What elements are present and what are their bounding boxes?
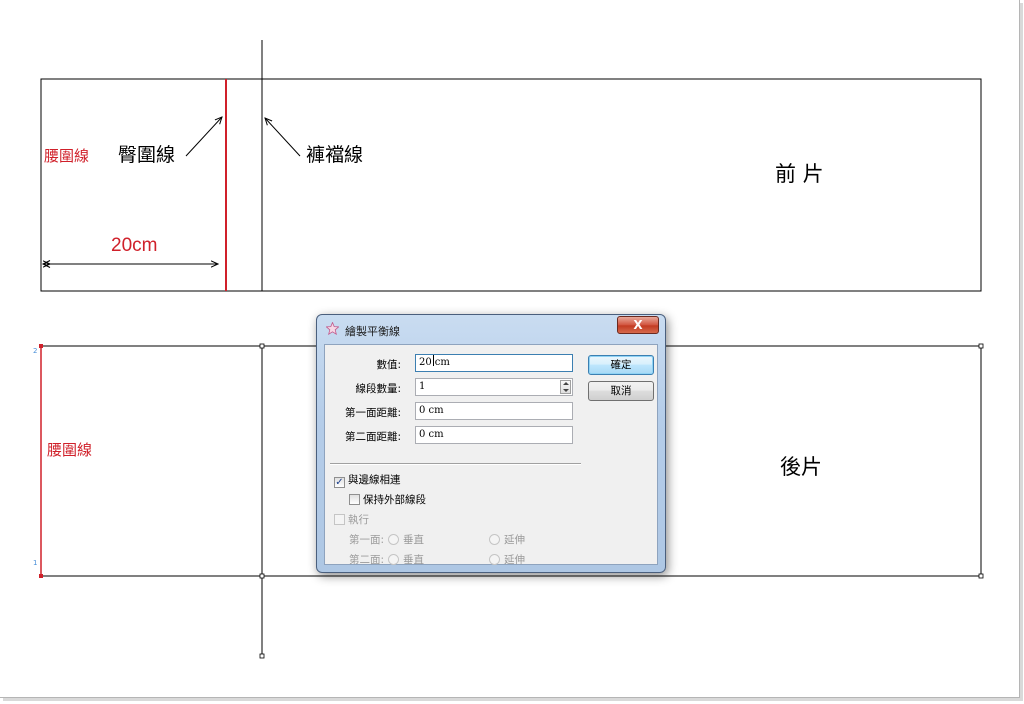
keep-outer-label: 保持外部線段 xyxy=(363,494,426,506)
drawing-page[interactable]: 2 1 腰圍線 臀圍線 褲襠線 20cm 前 片 腰圍線 後片 繪製平衡線 X … xyxy=(0,0,1024,704)
first-side-extend-row: 延伸 xyxy=(485,532,525,547)
connect-edge-checkbox[interactable]: ✓ xyxy=(334,477,345,488)
node-number-top: 2 xyxy=(33,347,37,355)
connect-edge-label: 與邊線相連 xyxy=(348,474,401,486)
front-panel-label: 前 片 xyxy=(775,162,824,186)
value-text-before: 20 xyxy=(419,357,432,368)
first-side-extend-radio[interactable] xyxy=(489,534,500,545)
dialog-titlebar[interactable]: 繪製平衡線 X xyxy=(317,315,665,343)
second-distance-input[interactable]: 0 cm xyxy=(415,426,573,444)
second-side-vertical-radio[interactable] xyxy=(388,554,400,565)
dialog-client-area: 數值: 20 cm 線段數量: 1 第一面距離: 0 cm 第二面距離: 0 cm xyxy=(324,344,658,567)
second-side-row: 第二面: 垂直 xyxy=(349,552,424,567)
hip-line-label: 臀圍線 xyxy=(118,144,176,166)
value-input[interactable]: 20 cm xyxy=(415,354,573,372)
front-waist-label: 腰圍線 xyxy=(44,147,90,165)
segments-spinner[interactable] xyxy=(560,380,571,394)
execute-checkbox[interactable] xyxy=(334,514,345,525)
node-handle[interactable] xyxy=(39,574,43,578)
second-side-label: 第二面: xyxy=(349,554,385,566)
second-side-extend-row: 延伸 xyxy=(485,552,525,567)
segments-label: 線段數量: xyxy=(355,383,401,395)
first-distance-input[interactable]: 0 cm xyxy=(415,402,573,420)
hip-leader-arrow xyxy=(185,117,222,157)
close-icon: X xyxy=(633,318,643,332)
node-handle[interactable] xyxy=(978,573,984,579)
node-handle[interactable] xyxy=(259,343,265,349)
front-panel-outline[interactable] xyxy=(40,78,982,292)
crotch-leader-arrow xyxy=(265,118,301,157)
first-distance-value: 0 cm xyxy=(419,405,444,416)
node-handle[interactable] xyxy=(259,573,265,579)
segments-input[interactable]: 1 xyxy=(415,378,573,396)
second-side-extend-radio[interactable] xyxy=(489,554,500,565)
back-panel-label: 後片 xyxy=(780,455,822,479)
second-side-vertical-label: 垂直 xyxy=(403,554,425,566)
execute-option[interactable]: 執行 xyxy=(334,512,369,527)
connect-edge-option[interactable]: ✓ 與邊線相連 xyxy=(334,472,401,488)
star-pen-icon xyxy=(326,322,339,335)
segments-value: 1 xyxy=(419,381,426,392)
second-distance-label: 第二面距離: xyxy=(344,431,401,443)
first-distance-label: 第一面距離: xyxy=(344,407,401,419)
value-label: 數值: xyxy=(376,359,401,371)
first-side-extend-label: 延伸 xyxy=(504,534,525,546)
node-handle[interactable] xyxy=(259,653,265,659)
cancel-button[interactable]: 取消 xyxy=(588,381,654,401)
keep-outer-checkbox[interactable] xyxy=(349,494,360,505)
spin-up-icon[interactable] xyxy=(563,382,569,385)
dialog-title: 繪製平衡線 xyxy=(345,325,400,338)
dialog-separator xyxy=(330,463,581,465)
crotch-line-label: 褲襠線 xyxy=(306,144,364,166)
first-side-row: 第一面: 垂直 xyxy=(349,532,424,547)
first-side-vertical-radio[interactable] xyxy=(388,534,400,545)
node-handle[interactable] xyxy=(39,344,43,348)
first-side-vertical-label: 垂直 xyxy=(403,534,425,546)
node-number-bottom: 1 xyxy=(33,559,37,567)
back-waist-label: 腰圍線 xyxy=(47,441,93,459)
node-handle[interactable] xyxy=(978,343,984,349)
text-caret xyxy=(432,355,434,366)
spin-down-icon[interactable] xyxy=(563,389,569,392)
second-side-extend-label: 延伸 xyxy=(504,554,525,566)
value-text-after: cm xyxy=(434,357,450,368)
keep-outer-option[interactable]: 保持外部線段 xyxy=(349,492,426,507)
execute-label: 執行 xyxy=(348,514,369,526)
balance-line-dialog[interactable]: 繪製平衡線 X 數值: 20 cm 線段數量: 1 第一面距離: 0 cm 第二… xyxy=(316,314,666,573)
ok-button[interactable]: 確定 xyxy=(588,355,654,375)
second-distance-value: 0 cm xyxy=(419,429,444,440)
first-side-label: 第一面: xyxy=(349,534,385,546)
dimension-label: 20cm xyxy=(111,235,158,256)
close-button[interactable]: X xyxy=(617,316,659,334)
